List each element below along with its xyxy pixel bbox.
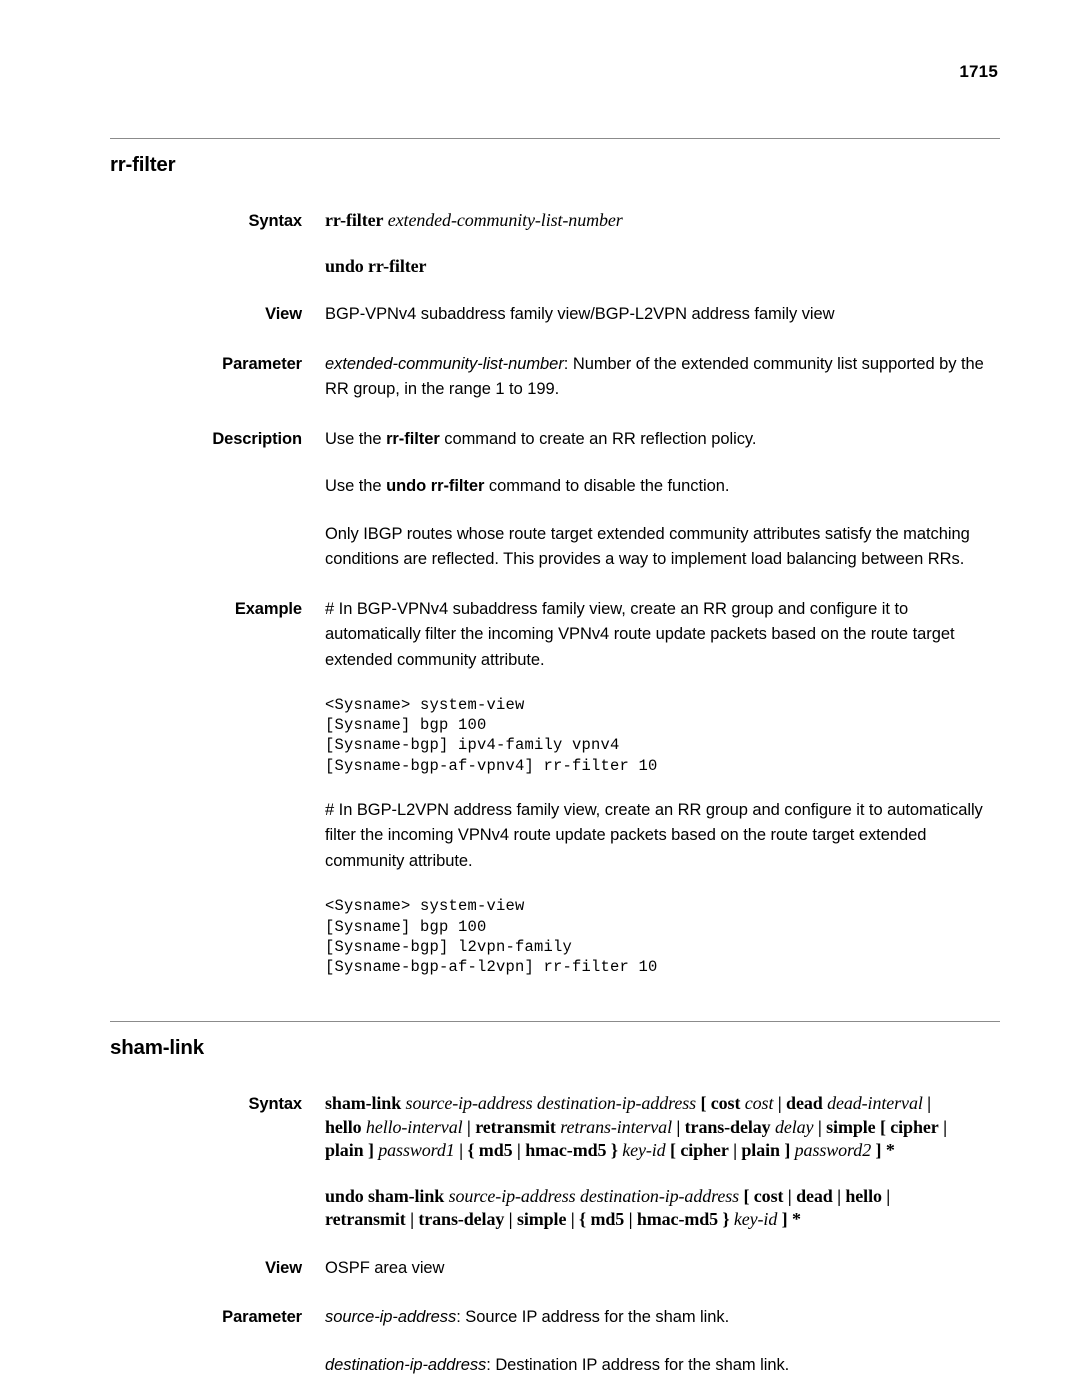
desc-2-command: undo rr-filter: [386, 477, 485, 495]
kw-cost: cost: [710, 1093, 741, 1114]
row-body-parameter: extended-community-list-number: Number o…: [325, 352, 1000, 403]
kw-md5: md5: [478, 1140, 513, 1161]
row-syntax: Syntax rr-filter extended-community-list…: [110, 209, 1000, 278]
kw-sham-link: sham-link: [325, 1093, 402, 1114]
param-name-extended-community-list-number: extended-community-list-number: [325, 354, 564, 373]
row-body-syntax: rr-filter extended-community-list-number…: [325, 209, 1000, 278]
var-dead-interval: dead-interval: [827, 1093, 923, 1114]
page-number: 1715: [959, 62, 998, 81]
description-paragraph-2: Use the undo rr-filter command to disabl…: [325, 474, 1000, 500]
kw-md5-undo: md5: [590, 1209, 625, 1230]
kw-plain-2: plain: [741, 1140, 780, 1161]
param-1-description: : Source IP address for the sham link.: [456, 1308, 730, 1327]
description-paragraph-1: Use the rr-filter command to create an R…: [325, 427, 1000, 453]
row-parameter-sham-link: Parameter source-ip-address: Source IP a…: [110, 1305, 1000, 1378]
row-description: Description Use the rr-filter command to…: [110, 427, 1000, 573]
row-body-view: BGP-VPNv4 subaddress family view/BGP-L2V…: [325, 305, 835, 323]
kw-trans-delay-undo: trans-delay: [418, 1209, 505, 1230]
desc-2-post: command to disable the function.: [484, 477, 730, 495]
row-label-parameter: Parameter: [222, 354, 302, 373]
kw-hello: hello: [325, 1116, 362, 1137]
var-destination-ip-address: destination-ip-address: [536, 1093, 697, 1114]
row-view-sham-link: View OSPF area view: [110, 1256, 1000, 1282]
var-delay: delay: [774, 1116, 814, 1137]
row-syntax-sham-link: Syntax sham-link source-ip-address desti…: [110, 1092, 1000, 1232]
var-source-ip-address: source-ip-address: [405, 1093, 533, 1114]
page-title: rr-filter: [110, 153, 176, 176]
desc-1-pre: Use the: [325, 429, 387, 448]
var-key-id: key-id: [622, 1140, 666, 1161]
syntax-line-rr-filter: rr-filter extended-community-list-number: [325, 210, 623, 230]
row-label-syntax-sham-link: Syntax: [248, 1095, 302, 1114]
kw-hello-undo: hello: [845, 1185, 882, 1206]
description-paragraph-3: Only IBGP routes whose route target exte…: [325, 524, 970, 569]
var-source-ip-address-undo: source-ip-address: [448, 1185, 576, 1206]
document-page: 1715 rr-filter Syntax rr-filter extended…: [0, 0, 1080, 1397]
definition-list-sham-link: Syntax sham-link source-ip-address desti…: [110, 1092, 1000, 1378]
var-hello-interval: hello-interval: [365, 1116, 463, 1137]
syntax-line-sham-link: sham-link source-ip-address destination-…: [325, 1093, 947, 1161]
row-body-description: Use the rr-filter command to create an R…: [325, 427, 1000, 573]
var-destination-ip-address-undo: destination-ip-address: [579, 1185, 740, 1206]
var-password1: password1: [378, 1140, 455, 1161]
param-source-ip-address: source-ip-address: Source IP address for…: [325, 1305, 1000, 1331]
kw-hmac-md5: hmac-md5: [525, 1140, 607, 1161]
kw-cost-undo: cost: [753, 1185, 784, 1206]
page-content: rr-filter Syntax rr-filter extended-comm…: [110, 138, 1000, 1378]
var-retrans-interval: retrans-interval: [560, 1116, 672, 1137]
kw-cipher-2: cipher: [680, 1140, 729, 1161]
section-divider-rr-filter: [110, 138, 1000, 139]
row-body-view-sham-link: OSPF area view: [325, 1258, 445, 1277]
row-label-example: Example: [234, 599, 302, 618]
syntax-line-undo-sham-link: undo sham-link source-ip-address destina…: [325, 1185, 891, 1230]
kw-trans-delay: trans-delay: [684, 1116, 771, 1137]
row-body-example: # In BGP-VPNv4 subaddress family view, c…: [325, 597, 1000, 978]
kw-retransmit: retransmit: [475, 1116, 556, 1137]
param-1-name: source-ip-address: [325, 1308, 457, 1327]
row-label-description: Description: [212, 429, 302, 448]
kw-simple: simple: [826, 1116, 876, 1137]
row-body-syntax-sham-link: sham-link source-ip-address destination-…: [325, 1092, 1000, 1232]
row-view: View BGP-VPNv4 subaddress family view/BG…: [110, 302, 1000, 328]
section-divider-sham-link: [110, 1021, 1000, 1023]
desc-1-post: command to create an RR reflection polic…: [439, 429, 757, 448]
kw-dead-undo: dead: [796, 1185, 833, 1206]
row-label-syntax: Syntax: [248, 212, 302, 230]
desc-1-command: rr-filter: [386, 429, 440, 448]
param-destination-ip-address: destination-ip-address: Destination IP a…: [325, 1353, 1000, 1379]
example-2-code-block: <Sysname> system-view [Sysname] bgp 100 …: [325, 897, 658, 976]
param-2-name: destination-ip-address: [325, 1355, 487, 1374]
page-title-sham-link: sham-link: [110, 1036, 204, 1060]
definition-list-rr-filter: Syntax rr-filter extended-community-list…: [110, 209, 1000, 977]
kw-hmac-md5-undo: hmac-md5: [636, 1209, 719, 1230]
kw-undo-sham-link: undo sham-link: [325, 1185, 445, 1206]
row-body-parameter-sham-link: source-ip-address: Source IP address for…: [325, 1305, 1000, 1378]
row-label-view-sham-link: View: [265, 1258, 302, 1277]
example-1-code-block: <Sysname> system-view [Sysname] bgp 100 …: [325, 696, 658, 775]
var-cost: cost: [744, 1093, 774, 1114]
row-parameter: Parameter extended-community-list-number…: [110, 352, 1000, 403]
param-2-description: : Destination IP address for the sham li…: [486, 1355, 790, 1374]
row-label-parameter-sham-link: Parameter: [222, 1308, 302, 1327]
desc-2-pre: Use the: [325, 477, 387, 495]
example-1-text: # In BGP-VPNv4 subaddress family view, c…: [325, 599, 955, 669]
kw-simple-undo: simple: [516, 1209, 567, 1230]
kw-retransmit-undo: retransmit: [325, 1209, 406, 1230]
kw-plain: plain: [325, 1140, 364, 1161]
var-key-id-undo: key-id: [733, 1209, 778, 1230]
syntax-line-undo-rr-filter: undo rr-filter: [325, 255, 427, 276]
var-password2: password2: [794, 1140, 872, 1161]
kw-cipher: cipher: [890, 1116, 939, 1137]
kw-dead: dead: [786, 1093, 823, 1114]
row-example: Example # In BGP-VPNv4 subaddress family…: [110, 597, 1000, 978]
row-label-view: View: [265, 305, 302, 323]
example-2-text: # In BGP-L2VPN address family view, crea…: [325, 800, 983, 870]
